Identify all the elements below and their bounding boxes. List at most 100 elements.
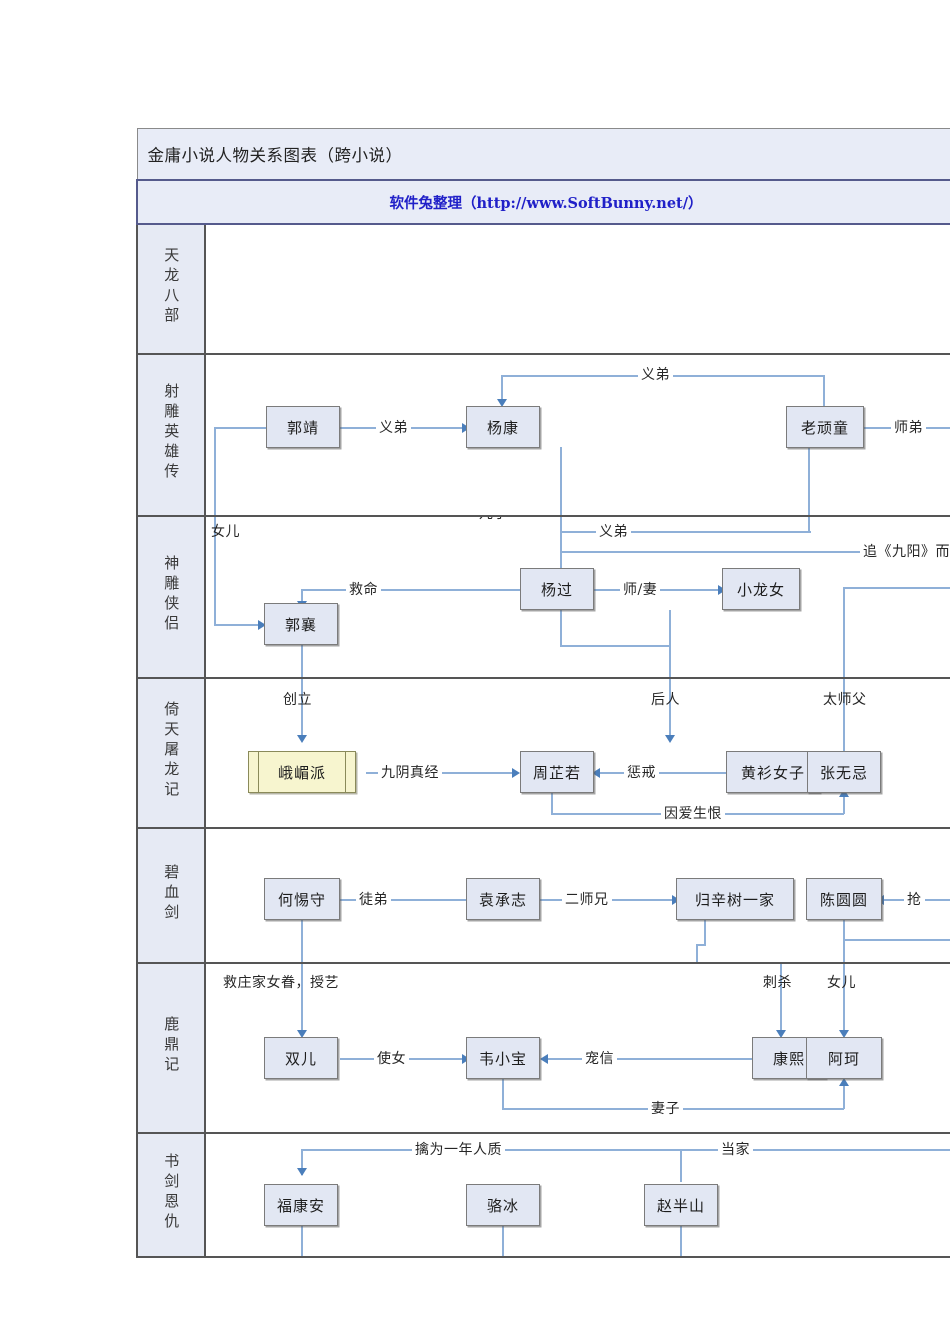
band-label-text: 天龙八部 [162, 247, 181, 327]
connector [301, 589, 531, 591]
edge-label: 女儿 [827, 975, 856, 991]
edge-label: 女儿 [211, 524, 240, 540]
edge-label: 当家 [718, 1139, 753, 1159]
connector [214, 427, 266, 429]
band-label-ludingji: 鹿鼎记 [136, 962, 206, 1134]
node-emeipai[interactable]: 峨嵋派 [248, 751, 356, 793]
band-label-tianlongbabu: 天龙八部 [136, 223, 206, 355]
node-guixinshu-family[interactable]: 归辛树一家 [676, 878, 794, 920]
node-laowantong[interactable]: 老顽童 [786, 406, 864, 448]
connector [214, 427, 216, 515]
edge-label: 义弟 [638, 364, 673, 384]
band-canvas-shujian: 擒为一年人质 当家 福康安 骆冰 赵半山 红花会 [204, 1132, 950, 1258]
edge-label: 宠信 [582, 1048, 617, 1068]
band-yitian: 倚天屠龙记 创立 后人 太师父 九阴真经 惩戒 因爱生恨 峨嵋派 周芷若 黄衫女… [136, 677, 950, 829]
edge-label: 儿子 [476, 517, 511, 523]
connector [843, 939, 950, 941]
connector [704, 920, 706, 945]
node-label: 骆冰 [486, 1196, 519, 1215]
band-label-yitian: 倚天屠龙记 [136, 677, 206, 829]
node-yuanchengzhi[interactable]: 袁承志 [466, 878, 540, 920]
connector [301, 645, 303, 677]
band-shendiao: 神雕侠侣 儿子 义弟 追《九阳》而遇 女儿 [136, 515, 950, 679]
canvas-area [206, 225, 950, 353]
band-canvas-ludingji: 救庄家女眷，授艺 刺杀 女儿 使女 宠信 妻子 双儿 韦小宝 康熙 阿珂 [204, 962, 950, 1134]
node-luobing[interactable]: 骆冰 [466, 1184, 540, 1226]
node-hetishou[interactable]: 何惕守 [264, 878, 340, 920]
connector [214, 624, 262, 626]
node-guojing[interactable]: 郭靖 [266, 406, 340, 448]
node-label: 郭靖 [286, 418, 319, 437]
node-label: 杨过 [540, 580, 573, 599]
band-shediao: 射雕英雄传 义弟 义弟 师弟 传一阳指 [136, 353, 950, 517]
connector [843, 587, 845, 677]
arrow-down-icon [665, 735, 675, 743]
band-label-text: 书剑恩仇 [162, 1153, 181, 1233]
node-yangkang[interactable]: 杨康 [466, 406, 540, 448]
edge-label: 惩戒 [624, 762, 659, 782]
band-label-shediao: 射雕英雄传 [136, 353, 206, 517]
node-ake[interactable]: 阿珂 [806, 1037, 882, 1079]
node-zhangwuji[interactable]: 张无忌 [807, 751, 881, 793]
node-label: 郭襄 [284, 615, 317, 634]
connector [301, 920, 303, 962]
connector [560, 517, 562, 551]
arrow-down-icon [297, 1168, 307, 1176]
edge-label: 擒为一年人质 [412, 1139, 505, 1159]
connector [546, 1058, 754, 1060]
canvas-area: 救庄家女眷，授艺 刺杀 女儿 使女 宠信 妻子 双儿 韦小宝 康熙 阿珂 [206, 964, 950, 1132]
edge-label: 师弟 [891, 417, 926, 437]
node-zhaobanshan[interactable]: 赵半山 [644, 1184, 718, 1226]
connector [808, 447, 810, 515]
node-guoxiang[interactable]: 郭襄 [264, 603, 338, 645]
node-label: 黄衫女子 [740, 763, 805, 782]
connector [680, 1226, 682, 1256]
edge-label: 义弟 [596, 521, 631, 541]
edge-label: 救命 [346, 579, 381, 599]
edge-label: 刺杀 [763, 975, 792, 991]
band-shujian: 书剑恩仇 擒为一年人质 当家 福康安 骆冰 赵半山 [136, 1132, 950, 1258]
canvas-area: 儿子 义弟 追《九阳》而遇 女儿 [206, 517, 950, 677]
band-ludingji: 鹿鼎记 救庄家女眷，授艺 刺杀 女儿 使女 宠信 妻子 双儿 韦小宝 康熙 阿珂 [136, 962, 950, 1134]
edge-label: 救庄家女眷，授艺 [223, 975, 339, 991]
connector [560, 447, 562, 515]
connector [551, 792, 553, 814]
edge-label: 抢 [904, 889, 925, 909]
connector [696, 944, 698, 962]
edge-label: 使女 [374, 1048, 409, 1068]
node-yangguo[interactable]: 杨过 [520, 568, 594, 610]
node-label: 张无忌 [819, 763, 868, 782]
connector [823, 375, 825, 408]
band-canvas-tianlongbabu [204, 223, 950, 355]
edge-label: 因爱生恨 [661, 803, 725, 823]
connector [598, 772, 726, 774]
arrow-up-icon [839, 1078, 849, 1086]
connector [560, 610, 562, 646]
canvas-area: 义弟 义弟 师弟 传一阳指 [206, 355, 950, 515]
connector [502, 1226, 504, 1256]
connector [843, 587, 950, 589]
node-huangshannvzi[interactable]: 黄衫女子 [726, 751, 820, 793]
node-label: 韦小宝 [478, 1049, 527, 1068]
node-fukangan[interactable]: 福康安 [264, 1184, 338, 1226]
node-shuanger[interactable]: 双儿 [264, 1037, 338, 1079]
node-label: 双儿 [284, 1049, 317, 1068]
chart-title-row: 金庸小说人物关系图表（跨小说） [136, 128, 950, 181]
diagram-page: 金庸小说人物关系图表（跨小说） 软件兔整理（http://www.SoftBun… [0, 0, 950, 1344]
connector [560, 645, 670, 647]
connector [301, 1226, 303, 1256]
chart-credit-row: 软件兔整理（http://www.SoftBunny.net/） [136, 179, 950, 225]
node-label: 阿珂 [827, 1049, 860, 1068]
edge-label: 师/妻 [620, 579, 661, 599]
connector [843, 920, 845, 962]
node-zhouzhiruo[interactable]: 周芷若 [520, 751, 594, 793]
node-weixiaobao[interactable]: 韦小宝 [466, 1037, 540, 1079]
node-chenyuanyuan[interactable]: 陈圆圆 [806, 878, 882, 920]
arrow-right-icon [512, 768, 520, 778]
connector [808, 517, 810, 531]
band-canvas-bixuejian: 徒弟 二师兄 抢 何惕守 袁承志 归辛树一家 陈圆圆 [204, 827, 950, 964]
band-canvas-shendiao: 儿子 义弟 追《九阳》而遇 女儿 [204, 515, 950, 679]
arrow-down-icon [297, 735, 307, 743]
node-xiaolongnv[interactable]: 小龙女 [722, 568, 800, 610]
band-bixuejian: 碧血剑 徒弟 二师兄 抢 何惕守 袁承志 归辛树一家 陈圆圆 [136, 827, 950, 964]
